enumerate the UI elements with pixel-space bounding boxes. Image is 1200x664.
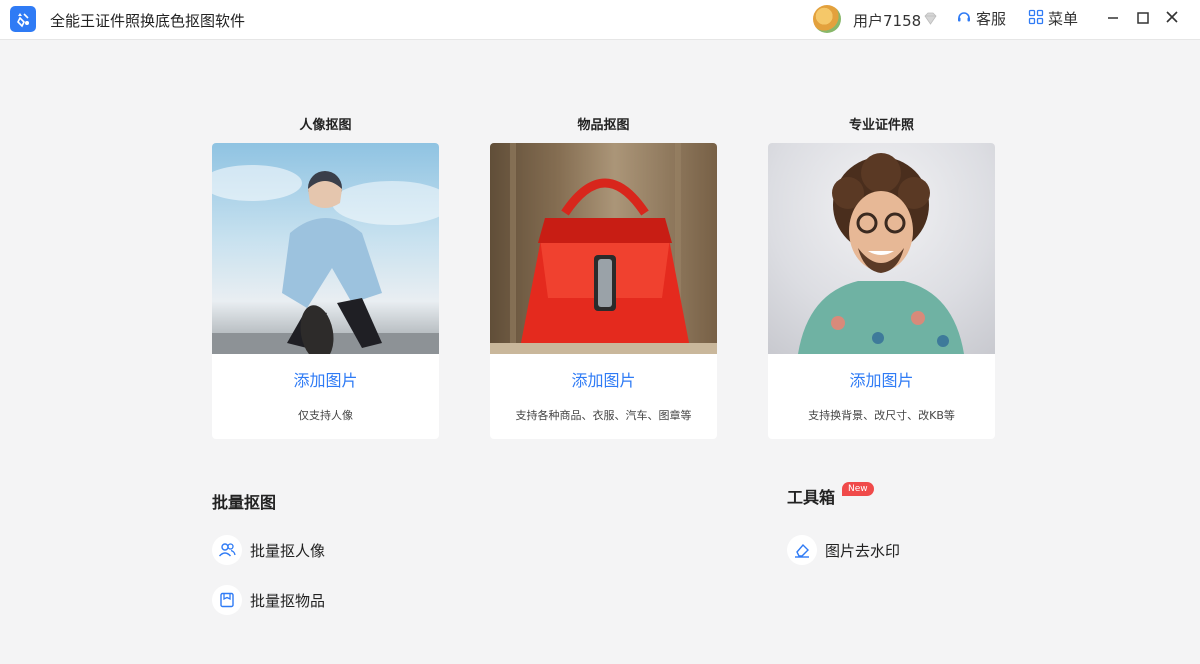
portrait-sample-image — [212, 143, 439, 354]
close-button[interactable] — [1161, 8, 1183, 30]
new-badge: New — [842, 482, 874, 496]
menu-label: 菜单 — [1048, 10, 1079, 28]
portrait-cutout-title: 人像抠图 — [299, 118, 352, 133]
customer-service-button[interactable]: 客服 — [956, 8, 1006, 29]
id-photo-sample-image — [768, 143, 995, 354]
headset-icon — [956, 9, 972, 29]
customer-service-label: 客服 — [976, 10, 1007, 28]
batch-object-label: 批量抠物品 — [250, 591, 326, 610]
app-logo-icon — [10, 6, 36, 32]
batch-portrait-label: 批量抠人像 — [250, 541, 326, 560]
title-bar: 全能王证件照换底色抠图软件 用户7158 客服 菜单 — [0, 0, 1200, 40]
object-cutout-card[interactable]: 添加图片 支持各种商品、衣服、汽车、图章等 — [490, 143, 717, 439]
object-sample-image — [490, 143, 717, 354]
add-portrait-image-button[interactable]: 添加图片 — [212, 367, 439, 391]
vip-diamond-icon[interactable] — [923, 11, 938, 30]
toolbox-title: 工具箱 — [787, 488, 836, 507]
object-cutout-desc: 支持各种商品、衣服、汽车、图章等 — [515, 409, 692, 422]
minimize-button[interactable] — [1102, 8, 1124, 30]
box-icon — [212, 585, 242, 615]
portrait-cutout-card[interactable]: 添加图片 仅支持人像 — [212, 143, 439, 439]
id-photo-card[interactable]: 添加图片 支持换背景、改尺寸、改KB等 — [768, 143, 995, 439]
add-object-image-button[interactable]: 添加图片 — [490, 367, 717, 391]
remove-watermark-item[interactable]: 图片去水印 — [787, 535, 900, 565]
add-id-photo-image-button[interactable]: 添加图片 — [768, 367, 995, 391]
batch-object-item[interactable]: 批量抠物品 — [212, 585, 325, 615]
batch-cutout-title: 批量抠图 — [212, 493, 277, 512]
close-icon — [1164, 9, 1180, 29]
grid-menu-icon — [1028, 9, 1044, 29]
app-title: 全能王证件照换底色抠图软件 — [50, 12, 246, 30]
id-photo-title: 专业证件照 — [848, 118, 914, 133]
minimize-icon — [1106, 10, 1120, 29]
avatar[interactable] — [813, 5, 841, 33]
username[interactable]: 用户7158 — [853, 10, 921, 31]
menu-button[interactable]: 菜单 — [1028, 8, 1078, 29]
eraser-icon — [787, 535, 817, 565]
remove-watermark-label: 图片去水印 — [825, 541, 901, 560]
portrait-cutout-desc: 仅支持人像 — [298, 409, 353, 422]
batch-portrait-item[interactable]: 批量抠人像 — [212, 535, 325, 565]
id-photo-desc: 支持换背景、改尺寸、改KB等 — [808, 409, 955, 422]
maximize-button[interactable] — [1132, 8, 1154, 30]
maximize-icon — [1136, 10, 1150, 29]
object-cutout-title: 物品抠图 — [577, 118, 630, 133]
people-icon — [212, 535, 242, 565]
